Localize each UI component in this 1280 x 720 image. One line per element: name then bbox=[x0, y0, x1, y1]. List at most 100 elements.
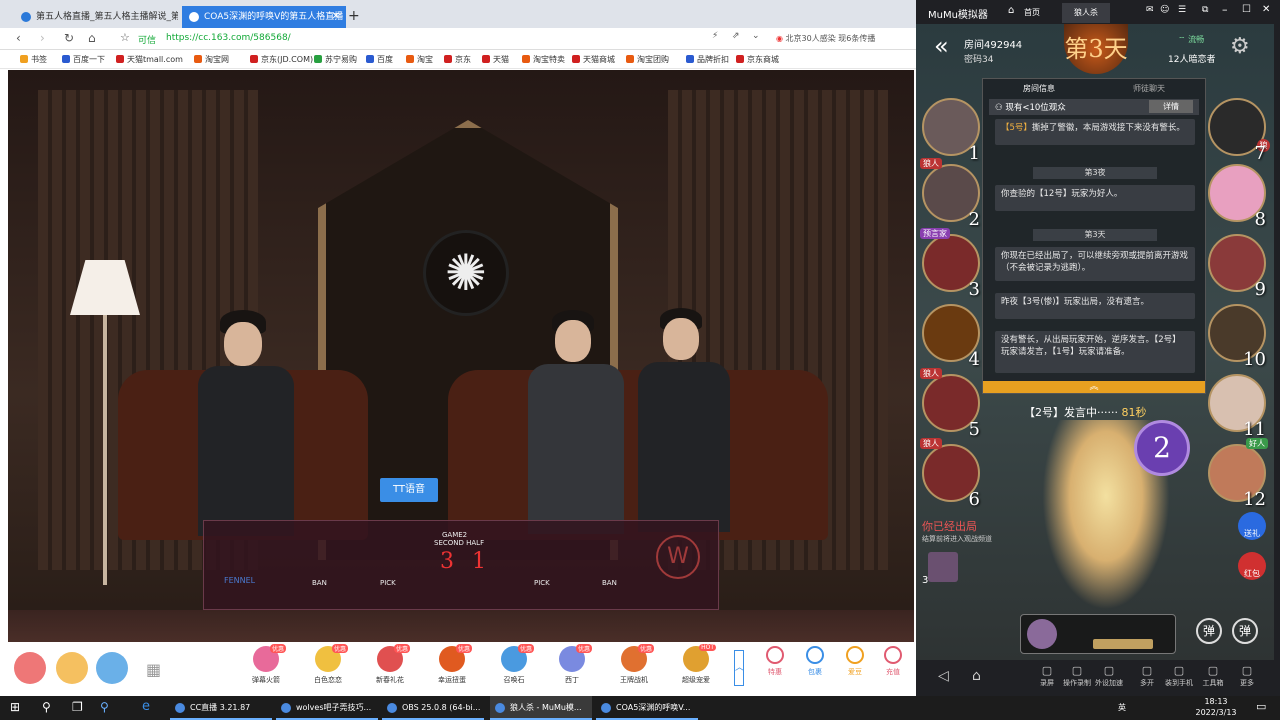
minimize-icon[interactable]: – bbox=[1222, 3, 1228, 16]
bookmark-item[interactable]: 天猫商城 bbox=[572, 54, 615, 65]
url-input[interactable]: https://cc.163.com/586568/ bbox=[166, 33, 291, 43]
maximize-icon[interactable]: ☐ bbox=[1242, 4, 1251, 15]
grid-icon[interactable]: ▦ bbox=[146, 660, 161, 679]
send-gift-button[interactable]: 送礼 bbox=[1238, 512, 1266, 540]
mail-icon[interactable]: ✉ bbox=[1146, 5, 1154, 15]
user-icon[interactable]: ☺ bbox=[1160, 5, 1169, 15]
gift-item[interactable]: HOT 超级宠爱 bbox=[676, 644, 716, 685]
gift-action-3[interactable]: 充值 bbox=[876, 646, 910, 677]
taskbar-app[interactable]: COA5深渊的呼唤V... bbox=[596, 696, 698, 720]
tab-home[interactable]: 首页 bbox=[1024, 7, 1040, 18]
action-button[interactable] bbox=[1093, 639, 1153, 649]
player-seat[interactable]: 9 bbox=[1208, 234, 1266, 300]
live-video-player[interactable]: ✺ TT语音 FENNEL BAN PICK GAME2 SECOND HALF… bbox=[8, 70, 914, 642]
start-icon[interactable]: ⊞ bbox=[10, 700, 20, 714]
player-seat[interactable]: 好人 12 bbox=[1208, 438, 1268, 510]
gift-item[interactable]: 优惠 新春礼花 bbox=[370, 644, 410, 685]
details-button[interactable]: 详情 bbox=[1149, 100, 1193, 113]
share-icon[interactable]: ⇗ bbox=[732, 31, 740, 41]
dropdown-icon[interactable]: ⌄ bbox=[752, 31, 760, 41]
emulator-tool-3[interactable]: ▢ 多开 bbox=[1130, 664, 1164, 688]
browser-tab-2[interactable]: COA5深渊的呼唤V的第五人格直播 ✕ bbox=[182, 6, 346, 28]
emulator-tool-0[interactable]: ▢ 录屏 bbox=[1030, 664, 1064, 688]
danmu-send-button[interactable]: 弹 bbox=[1232, 618, 1258, 644]
close-tab-icon[interactable]: ✕ bbox=[332, 6, 340, 28]
favorite-star-icon[interactable]: ☆ bbox=[120, 31, 130, 44]
tab-room-info[interactable]: 房间信息 bbox=[1023, 83, 1055, 94]
search-input[interactable]: ◉ 北京30人感染 现6条传播 bbox=[776, 31, 912, 47]
bookmark-item[interactable]: 天猫 bbox=[482, 54, 509, 65]
bookmark-item[interactable]: 百度一下 bbox=[62, 54, 105, 65]
back-icon[interactable]: ‹ bbox=[16, 31, 21, 45]
player-seat[interactable]: 狼7 bbox=[1208, 98, 1270, 164]
emulator-tool-5[interactable]: ▢ 工具箱 bbox=[1196, 664, 1230, 688]
collapse-chevron-icon[interactable]: ︽ bbox=[983, 381, 1205, 393]
back-icon[interactable]: « bbox=[934, 32, 949, 60]
bookmark-item[interactable]: 淘宝特卖 bbox=[522, 54, 565, 65]
gift-item[interactable]: 优惠 西丁 bbox=[552, 644, 592, 685]
home-tab-icon[interactable]: ⌂ bbox=[1008, 5, 1014, 16]
emulator-tool-4[interactable]: ▢ 装到手机 bbox=[1162, 664, 1196, 688]
ie-icon[interactable]: e bbox=[142, 699, 150, 714]
magnifier-app-icon[interactable]: ⚲ bbox=[100, 700, 109, 714]
gift-action-1[interactable]: 包裹 bbox=[798, 646, 832, 677]
forward-icon[interactable]: › bbox=[40, 31, 45, 45]
taskbar-app[interactable]: OBS 25.0.8 (64-bi... bbox=[382, 696, 484, 720]
gift-item[interactable]: 优惠 召唤石 bbox=[494, 644, 534, 685]
clock-date[interactable]: 2022/3/13 bbox=[1190, 708, 1242, 717]
expand-gifts-icon[interactable]: ︿ bbox=[734, 650, 744, 686]
gift-bar-icon-2[interactable] bbox=[56, 652, 88, 684]
tab-werewolf[interactable]: 狼人杀 bbox=[1062, 3, 1110, 23]
gift-item[interactable]: 优惠 白色恋恋 bbox=[308, 644, 348, 685]
clock-time[interactable]: 18:13 bbox=[1196, 697, 1236, 706]
player-seat[interactable]: 10 bbox=[1208, 304, 1266, 370]
ime-indicator[interactable]: 英 bbox=[1118, 702, 1126, 713]
lightning-icon[interactable]: ⚡ bbox=[712, 31, 718, 41]
player-seat[interactable]: 1 bbox=[922, 98, 980, 164]
browser-tab-1[interactable]: 第五人格直播_第五人格主播解说_第三 bbox=[14, 6, 178, 28]
danmu-toggle-button[interactable]: 弹 bbox=[1196, 618, 1222, 644]
bookmark-item[interactable]: 淘宝团购 bbox=[626, 54, 669, 65]
player-seat[interactable]: 狼人 5 bbox=[920, 368, 980, 440]
red-packet-button[interactable]: 红包 bbox=[1238, 552, 1266, 580]
close-icon[interactable]: ✕ bbox=[1262, 4, 1270, 15]
bookmark-item[interactable]: 天猫tmall.com bbox=[116, 54, 183, 65]
new-tab-button[interactable]: + bbox=[348, 8, 360, 24]
bookmark-item[interactable]: 京东 bbox=[444, 54, 471, 65]
gift-item[interactable]: 优惠 弹幕火箭 bbox=[246, 644, 286, 685]
player-seat[interactable]: 8 bbox=[1208, 164, 1266, 230]
emulator-tool-1[interactable]: ▢ 操作录制 bbox=[1060, 664, 1094, 688]
player-seat[interactable]: 4 bbox=[922, 304, 980, 370]
taskbar-app[interactable]: CC直播 3.21.87 bbox=[170, 696, 272, 720]
emulator-tool-6[interactable]: ▢ 更多 bbox=[1230, 664, 1264, 688]
bookmark-item[interactable]: 品牌折扣 bbox=[686, 54, 729, 65]
emulator-tool-2[interactable]: ▢ 外设加速 bbox=[1092, 664, 1126, 688]
bookmark-item[interactable]: 书签 bbox=[20, 54, 47, 65]
bookmark-item[interactable]: 百度 bbox=[366, 54, 393, 65]
bookmark-item[interactable]: 苏宁易购 bbox=[314, 54, 357, 65]
tab-mentor-chat[interactable]: 师徒聊天 bbox=[1133, 83, 1165, 94]
player-seat[interactable]: 狼人 6 bbox=[920, 438, 980, 510]
gift-action-2[interactable]: 爱豆 bbox=[838, 646, 872, 677]
gift-bar-icon-1[interactable] bbox=[14, 652, 46, 684]
search-icon[interactable]: ⚲ bbox=[42, 700, 51, 714]
restore-icon[interactable]: ⧉ bbox=[1202, 5, 1208, 15]
notification-icon[interactable]: ▭ bbox=[1256, 700, 1266, 713]
player-seat[interactable]: 预言家 3 bbox=[920, 228, 980, 300]
gift-item[interactable]: 优惠 王牌战机 bbox=[614, 644, 654, 685]
android-home-icon[interactable]: ⌂ bbox=[972, 668, 981, 684]
task-view-icon[interactable]: ❐ bbox=[72, 700, 83, 714]
gift-bar-icon-3[interactable] bbox=[96, 652, 128, 684]
reload-icon[interactable]: ↻ bbox=[64, 31, 74, 45]
bookmark-item[interactable]: 淘宝 bbox=[406, 54, 433, 65]
bookmark-item[interactable]: 京东(JD.COM) bbox=[250, 54, 313, 65]
menu-icon[interactable]: ☰ bbox=[1178, 5, 1186, 15]
gift-item[interactable]: 优惠 幸运扭蛋 bbox=[432, 644, 472, 685]
home-icon[interactable]: ⌂ bbox=[88, 31, 96, 45]
bookmark-item[interactable]: 京东商城 bbox=[736, 54, 779, 65]
gift-action-0[interactable]: 特惠 bbox=[758, 646, 792, 677]
settings-gear-icon[interactable]: ⚙ bbox=[1230, 34, 1250, 59]
player-seat[interactable]: 狼人 2 bbox=[920, 158, 980, 230]
taskbar-app[interactable]: wolves吧子莞技巧... bbox=[276, 696, 378, 720]
taskbar-app[interactable]: 狼人杀 - MuMu模... bbox=[490, 696, 592, 720]
